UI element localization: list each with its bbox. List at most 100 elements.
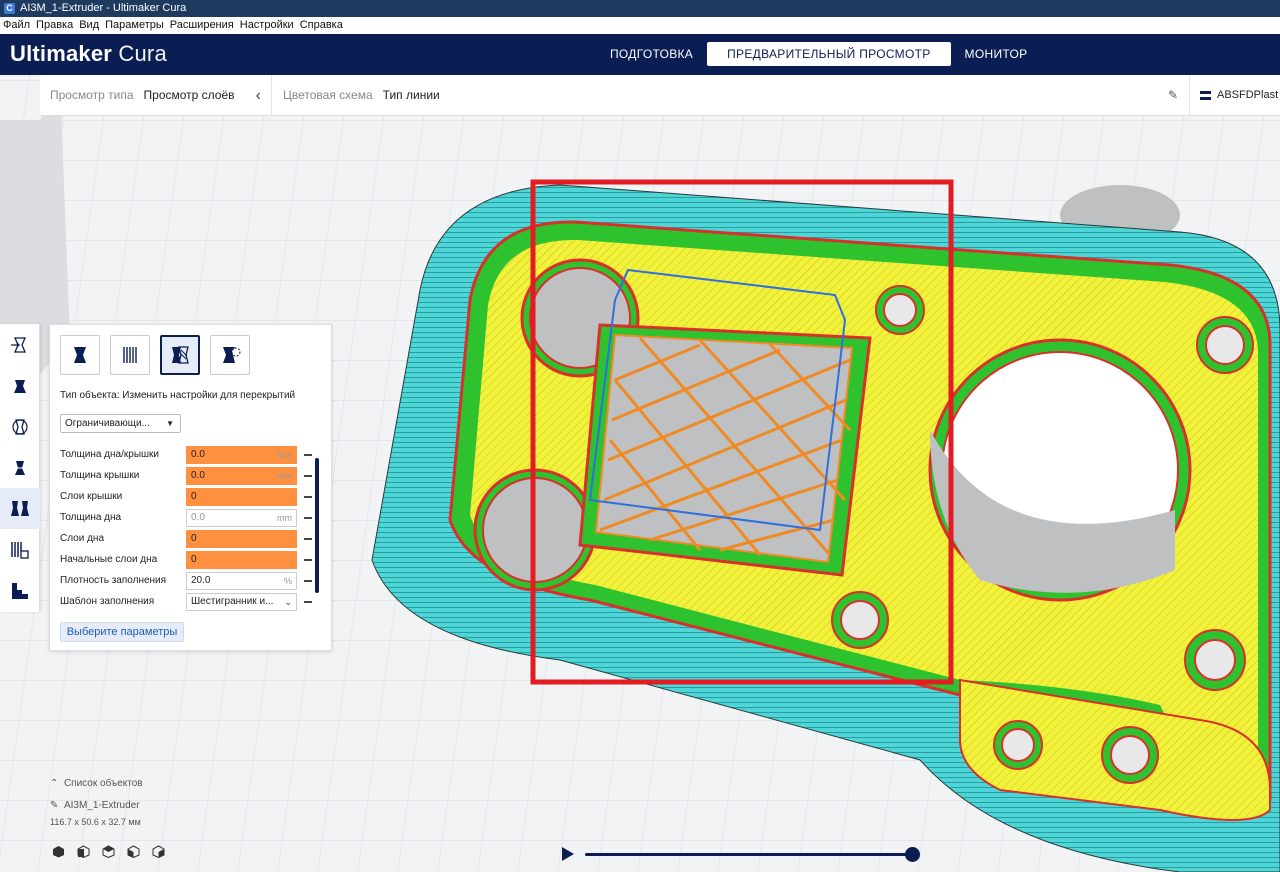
view-right-icon[interactable] (152, 845, 165, 859)
setting-label: Плотность заполнения (60, 575, 167, 586)
setting-label: Слои крышки (60, 491, 123, 502)
spool-icon (1200, 90, 1211, 100)
tab-prepare[interactable]: ПОДГОТОВКА (596, 42, 707, 66)
remove-setting-icon[interactable] (304, 538, 312, 540)
move-icon (11, 336, 26, 353)
view-left-icon[interactable] (127, 845, 140, 859)
menu-file[interactable]: Файл (0, 17, 33, 34)
setting-label: Толщина дна (60, 512, 122, 523)
chevron-left-icon[interactable]: ‹ (256, 75, 261, 116)
overlap-mesh-icon (172, 346, 189, 364)
color-scheme-selector[interactable]: Цветовая схема Тип линии (283, 75, 440, 116)
mirror-tool-button[interactable] (0, 447, 40, 488)
object-list: ⌃ Список объектов ✎ AI3M_1-Extruder 116.… (50, 773, 143, 827)
object-type-description: Тип объекта: Изменить настройки для пере… (60, 390, 296, 401)
setting-input[interactable]: 0 (186, 551, 297, 569)
setting-input[interactable]: 0 (186, 488, 297, 506)
material-selector[interactable]: ABSFDPlast (1189, 75, 1280, 116)
object-dimensions: 116.7 x 50.6 x 32.7 мм (50, 817, 141, 827)
menu-help[interactable]: Справка (297, 17, 346, 34)
cura-app-icon: C (4, 3, 15, 14)
setting-row: Плотность заполнения 20.0% (60, 571, 322, 591)
mesh-type-value: Ограничивающи... (65, 418, 150, 429)
view-settings-bar: Просмотр типа Просмотр слоёв ‹ Цветовая … (40, 75, 1280, 116)
remove-setting-icon[interactable] (304, 601, 312, 603)
remove-setting-icon[interactable] (304, 475, 312, 477)
view-top-icon[interactable] (102, 845, 115, 859)
view-front-icon[interactable] (77, 845, 90, 859)
tab-monitor[interactable]: МОНИТОР (951, 42, 1042, 66)
object-list-toggle[interactable]: ⌃ Список объектов (50, 773, 143, 795)
mesh-type-anti-overhang-button[interactable] (210, 335, 250, 375)
setting-label: Начальные слои дна (60, 554, 158, 565)
normal-model-icon (74, 347, 86, 363)
view-type-label: Просмотр типа (50, 88, 134, 102)
mesh-type-support-button[interactable] (110, 335, 150, 375)
select-settings-button[interactable]: Выберите параметры (60, 622, 184, 642)
setting-row: Слои крышки 0 (60, 487, 322, 507)
rotate-tool-button[interactable] (0, 406, 40, 447)
slider-handle[interactable] (905, 847, 920, 862)
remove-setting-icon[interactable] (304, 559, 312, 561)
setting-dropdown[interactable]: Шестигранник и... ⌄ (186, 593, 297, 611)
remove-setting-icon[interactable] (304, 517, 312, 519)
setting-row: Шаблон заполнения Шестигранник и... ⌄ (60, 592, 322, 612)
menu-edit[interactable]: Правка (33, 17, 76, 34)
remove-setting-icon[interactable] (304, 580, 312, 582)
support-blocker-button[interactable] (0, 529, 40, 570)
setting-input[interactable]: 0.0 mm (186, 467, 297, 485)
scale-tool-button[interactable] (0, 365, 40, 406)
slider-track[interactable] (585, 853, 912, 856)
menu-preferences[interactable]: Настройки (237, 17, 297, 34)
pencil-icon[interactable]: ✎ (1168, 75, 1178, 116)
mirror-icon (12, 460, 28, 475)
app-header: Ultimaker Cura ПОДГОТОВКА ПРЕДВАРИТЕЛЬНЫ… (0, 34, 1280, 75)
mesh-type-overlap-button[interactable] (160, 335, 200, 375)
setting-input[interactable]: 0.0 mm (186, 446, 297, 464)
play-icon[interactable] (562, 847, 574, 861)
setting-input[interactable]: 0 (186, 530, 297, 548)
settings-scrollbar[interactable] (315, 458, 319, 593)
setting-input[interactable]: 20.0% (186, 572, 297, 590)
tool-sidebar (0, 324, 40, 612)
setting-label: Слои дна (60, 533, 105, 544)
chevron-down-icon: ⌄ (284, 597, 292, 607)
camera-view-buttons (52, 845, 177, 859)
remove-setting-icon[interactable] (304, 496, 312, 498)
support-mesh-icon (123, 347, 137, 363)
view-type-selector[interactable]: Просмотр типа Просмотр слоёв ‹ (40, 75, 272, 116)
mesh-type-dropdown[interactable]: Ограничивающи... ▼ (60, 414, 181, 433)
menu-bar: Файл Правка Вид Параметры Расширения Нас… (0, 17, 1280, 34)
view-type-value: Просмотр слоёв (143, 88, 235, 102)
window-title: AI3M_1-Extruder - Ultimaker Cura (20, 2, 187, 14)
setting-row: Толщина дна/крышки 0.0 mm (60, 445, 322, 465)
per-model-settings-icon (11, 500, 29, 516)
menu-view[interactable]: Вид (76, 17, 102, 34)
material-name: ABSFDPlast (1217, 89, 1279, 101)
ultimaker-cura-logo: Ultimaker Cura (10, 41, 167, 66)
chevron-up-icon: ⌃ (50, 778, 59, 789)
setting-label: Толщина дна/крышки (60, 449, 159, 460)
color-scheme-value: Тип линии (382, 88, 440, 102)
color-scheme-label: Цветовая схема (283, 88, 373, 102)
tab-preview[interactable]: ПРЕДВАРИТЕЛЬНЫЙ ПРОСМОТР (707, 42, 951, 66)
remove-setting-icon[interactable] (304, 454, 312, 456)
lay-flat-button[interactable] (0, 570, 40, 611)
menu-settings[interactable]: Параметры (102, 17, 167, 34)
view-3d-icon[interactable] (52, 845, 65, 858)
mesh-type-normal-button[interactable] (60, 335, 100, 375)
object-name-row[interactable]: ✎ AI3M_1-Extruder (50, 795, 143, 817)
rotate-icon (12, 418, 28, 435)
setting-row: Слои дна 0 (60, 529, 322, 549)
setting-input[interactable]: 0.0 mm (186, 509, 297, 527)
setting-row: Толщина крышки 0.0 mm (60, 466, 322, 486)
scale-icon (14, 379, 26, 393)
pencil-icon: ✎ (50, 800, 59, 811)
move-tool-button[interactable] (0, 324, 40, 365)
setting-row: Начальные слои дна 0 (60, 550, 322, 570)
per-model-settings-button[interactable] (0, 488, 40, 529)
setting-label: Толщина крышки (60, 470, 140, 481)
window-titlebar: C AI3M_1-Extruder - Ultimaker Cura (0, 0, 1280, 17)
menu-extensions[interactable]: Расширения (167, 17, 237, 34)
caret-down-icon: ▼ (166, 419, 174, 428)
